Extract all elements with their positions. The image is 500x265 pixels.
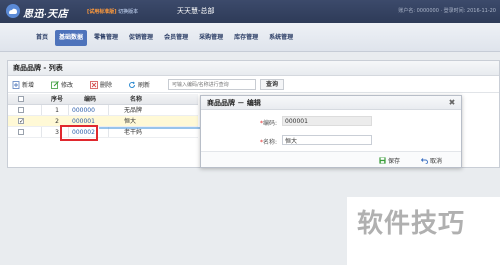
undo-icon <box>421 157 428 164</box>
nav-item[interactable]: 会员管理 <box>160 30 192 46</box>
header-no: 序号 <box>50 96 63 103</box>
edit-icon <box>51 80 59 89</box>
nav-item[interactable]: 零售管理 <box>90 30 122 46</box>
add-button[interactable]: 新增 <box>12 79 34 90</box>
watermark-text: 软件技巧 <box>357 209 466 239</box>
watermark-area: 软件技巧 <box>347 197 500 265</box>
account-info: 账户名: 0000000 · 登录时间: 2016-11-20 <box>398 8 496 14</box>
dialog-footer: 保存 取消 <box>201 151 461 167</box>
nav-item[interactable]: 促销管理 <box>125 30 157 46</box>
header-name[interactable]: 名称 <box>130 94 200 105</box>
close-icon[interactable]: ✖ <box>448 99 456 107</box>
toolbar: 新增 修改 删除 刷新 查询 <box>8 76 499 93</box>
store-name: 天天慧-总部 <box>177 7 215 15</box>
row-number: 1 <box>55 107 59 114</box>
select-all-checkbox[interactable] <box>18 94 27 105</box>
nav-item[interactable]: 库存管理 <box>230 30 262 46</box>
delete-button[interactable]: 删除 <box>90 79 112 90</box>
refresh-button[interactable]: 刷新 <box>128 79 150 90</box>
code-highlight-box <box>60 125 98 141</box>
app-header: 思迅·天店 [试用标准版] 切换版本 天天慧-总部 账户名: 0000000 ·… <box>0 0 500 23</box>
nav-menu: 首页 基础数据 零售管理 促销管理 会员管理 采购管理 库存管理 系统管理 <box>32 30 300 46</box>
switch-edition-link[interactable]: 切换版本 <box>118 9 138 15</box>
save-icon <box>379 156 386 164</box>
code-label: *编码: <box>260 120 278 127</box>
search-button[interactable]: 查询 <box>260 79 284 90</box>
brand-name: 无品牌 <box>124 107 143 114</box>
edition-label: [试用标准版] 切换版本 <box>87 9 139 15</box>
header-code[interactable]: 编码 <box>72 94 108 105</box>
delete-icon <box>90 80 98 89</box>
table-row[interactable]: 1 000000 无品牌 <box>8 105 198 116</box>
nav-item[interactable]: 首页 <box>32 30 52 46</box>
dialog-title: 商品品牌 － 编辑 <box>201 96 461 110</box>
nav-item[interactable]: 系统管理 <box>265 30 297 46</box>
app-logo: 思迅·天店 <box>23 9 69 20</box>
nav-item[interactable]: 采购管理 <box>195 30 227 46</box>
edit-button[interactable]: 修改 <box>51 79 73 90</box>
main-nav: 首页 基础数据 零售管理 促销管理 会员管理 采购管理 库存管理 系统管理 <box>0 23 500 52</box>
add-icon <box>12 80 20 89</box>
row-checkbox[interactable] <box>18 105 27 116</box>
save-button[interactable]: 保存 <box>379 155 400 165</box>
cloud-logo-icon <box>6 4 20 18</box>
name-label: *名称: <box>260 139 278 146</box>
panel-title: 商品品牌 - 列表 <box>8 61 499 76</box>
code-field <box>282 116 372 126</box>
grid-header: 序号 编码 名称 <box>8 94 198 105</box>
row-checkbox[interactable] <box>18 116 27 127</box>
refresh-icon <box>129 81 135 88</box>
edit-brand-dialog: 商品品牌 － 编辑 ✖ *编码: *名称: 保存 取消 <box>200 95 462 168</box>
row-checkbox[interactable] <box>18 127 27 138</box>
cancel-button[interactable]: 取消 <box>421 155 442 165</box>
nav-item[interactable]: 基础数据 <box>55 30 88 46</box>
brand-code[interactable]: 000000 <box>72 105 108 116</box>
arrow-icon <box>99 124 207 132</box>
search-input[interactable] <box>168 79 256 90</box>
name-field[interactable] <box>282 135 372 145</box>
